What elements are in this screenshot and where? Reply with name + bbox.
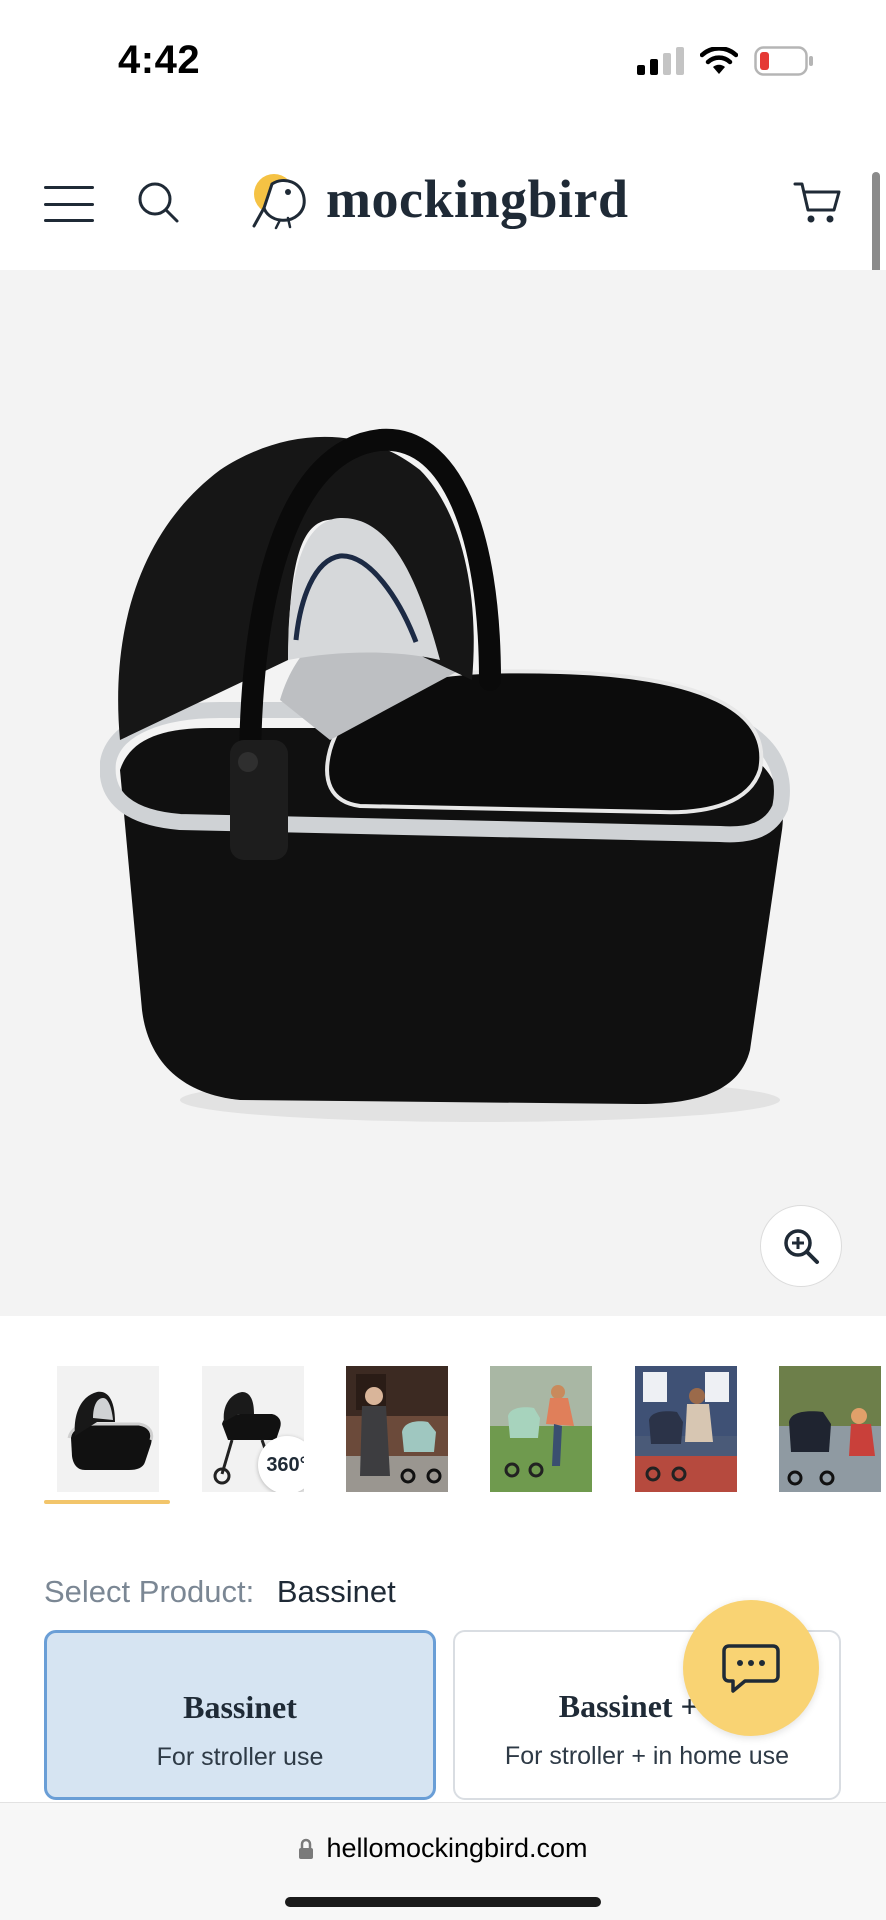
home-indicator[interactable] [285,1897,601,1907]
cellular-signal-icon [637,47,684,75]
lock-icon [299,1838,314,1859]
thumbnail-lifestyle-lawn[interactable] [490,1366,592,1492]
option-subtitle: For stroller use [156,1743,324,1771]
thumbnail-lifestyle-street[interactable] [346,1366,448,1492]
status-bar: 4:42 [0,0,886,120]
select-product-value: Bassinet [276,1574,396,1609]
mockingbird-logo-icon [252,174,306,230]
thumbnail-bassinet[interactable] [57,1366,159,1492]
360-view-badge: 360° [258,1436,304,1492]
cart-icon[interactable] [792,178,842,226]
brand-name: mockingbird [326,169,629,229]
url-text: hellomockingbird.com [326,1833,588,1863]
search-icon[interactable] [134,178,182,226]
zoom-in-icon[interactable] [760,1205,842,1287]
option-title: Bassinet [183,1689,297,1725]
status-time: 4:42 [118,38,201,82]
option-bassinet[interactable]: Bassinet For stroller use [44,1630,436,1800]
product-image [100,428,790,1122]
product-image-gallery[interactable] [0,270,886,1316]
chat-button[interactable] [683,1600,819,1736]
selected-thumbnail-indicator [44,1500,170,1504]
brand-logo[interactable]: mockingbird [250,168,629,230]
url-display[interactable]: hellomockingbird.com [0,1833,886,1864]
battery-low-icon [754,46,813,76]
browser-url-bar[interactable]: hellomockingbird.com [0,1802,886,1920]
thumbnail-360-view[interactable]: 360° [202,1366,304,1492]
option-subtitle: For stroller + in home use [504,1742,790,1770]
thumbnail-strip[interactable]: 360° [0,1360,886,1510]
thumbnail-lifestyle-child[interactable] [779,1366,881,1492]
site-header: mockingbird [0,150,886,270]
select-product-row: Select Product: Bassinet [44,1574,396,1610]
thumbnail-lifestyle-mother[interactable] [635,1366,737,1492]
select-product-label: Select Product: [44,1574,255,1609]
menu-icon[interactable] [44,186,94,222]
status-icons [637,46,814,76]
chat-bubble-icon [722,1644,780,1693]
wifi-icon [700,47,738,74]
